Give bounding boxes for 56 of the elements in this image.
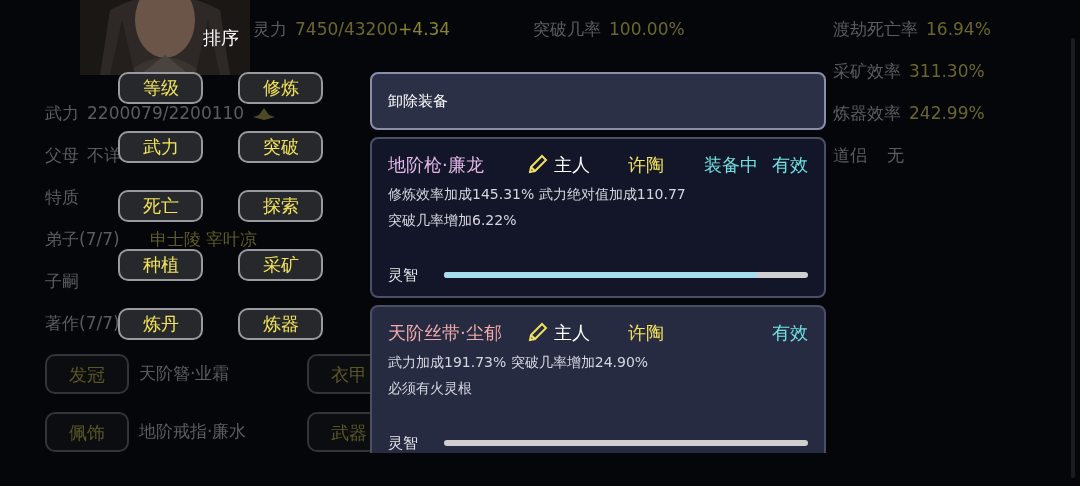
bar-label: 灵智 (388, 264, 418, 286)
owner-label: 主人 (554, 320, 590, 345)
sort-title: 排序 (203, 27, 239, 48)
effect-text: 必须有火灵根 (388, 379, 473, 398)
pencil-icon[interactable] (528, 322, 548, 342)
stat-value: 100.00% (609, 18, 685, 42)
stat-label: 突破几率 (533, 18, 601, 42)
detail-label: 特质 (45, 186, 79, 210)
sort-option-button[interactable]: 炼器 (238, 308, 323, 340)
item-card[interactable]: 天阶丝带·尘郁 主人 许陶 有效 武力加成191.73% 突破几率增加24.90% 必须有火灵根 灵智 (370, 305, 826, 453)
stat-value: 311.30% (909, 60, 985, 84)
stat-value: 242.99% (909, 102, 985, 126)
stat-label: 采矿效率 (833, 60, 901, 84)
detail-label: 道侣 (833, 144, 867, 168)
detail-label: 子嗣 (45, 270, 79, 294)
stat-value: 16.94% (926, 18, 991, 42)
stat-label: 灵力 (253, 18, 287, 42)
sort-option-button[interactable]: 采矿 (238, 249, 323, 281)
status-label: 有效 (772, 152, 808, 177)
detail-value: 申士陵 宰叶凉 (149, 228, 258, 252)
effect-text: 武力加成191.73% 突破几率增加24.90% (388, 353, 650, 372)
hat-icon (252, 107, 277, 121)
item-name: 地阶枪·廉龙 (388, 152, 485, 177)
detail-label: 著作(7/7) (45, 312, 120, 336)
stat-value: 2200079/2200110 (87, 102, 245, 126)
unequip-button[interactable]: 卸除装备 (370, 72, 826, 130)
stat-label: 炼器效率 (833, 102, 901, 126)
pencil-icon[interactable] (528, 154, 548, 174)
sort-option-button[interactable]: 死亡 (118, 190, 203, 222)
bar-label: 灵智 (388, 432, 418, 453)
item-card[interactable]: 地阶枪·廉龙 主人 许陶 装备中 有效 修炼效率加成145.31% 武力绝对值加成110.77 突破几率增加6.22% 灵智 (370, 137, 826, 298)
detail-label: 弟子(7/7) (45, 228, 120, 252)
effect-text: 修炼效率加成145.31% 武力绝对值加成110.77 (388, 185, 687, 204)
equipped-item-name: 地阶戒指·廉水 (139, 420, 247, 444)
owner-name: 许陶 (628, 152, 664, 177)
stat-value: 7450/43200 (295, 18, 399, 42)
stat-label: 渡劫死亡率 (833, 18, 918, 42)
effect-text: 突破几率增加6.22% (388, 211, 518, 230)
sort-option-button[interactable]: 武力 (118, 131, 203, 163)
sort-option-button[interactable]: 等级 (118, 72, 203, 104)
owner-label: 主人 (554, 152, 590, 177)
stat-label: 武力 (45, 102, 79, 126)
item-name: 天阶丝带·尘郁 (388, 320, 503, 345)
sort-option-button[interactable]: 炼丹 (118, 308, 203, 340)
status-label: 有效 (772, 320, 808, 345)
detail-value: 无 (887, 144, 904, 168)
owner-name: 许陶 (628, 320, 664, 345)
sort-option-button[interactable]: 种植 (118, 249, 203, 281)
equipped-label: 装备中 (704, 152, 758, 177)
equipped-item-name: 天阶簪·业霜 (139, 362, 230, 386)
stat-bonus: +4.34 (398, 18, 451, 42)
detail-value: 不详 (87, 144, 121, 168)
sort-option-button[interactable]: 突破 (238, 131, 323, 163)
sort-option-button[interactable]: 探索 (238, 190, 323, 222)
sort-option-button[interactable]: 修炼 (238, 72, 323, 104)
detail-label: 父母 (45, 144, 79, 168)
